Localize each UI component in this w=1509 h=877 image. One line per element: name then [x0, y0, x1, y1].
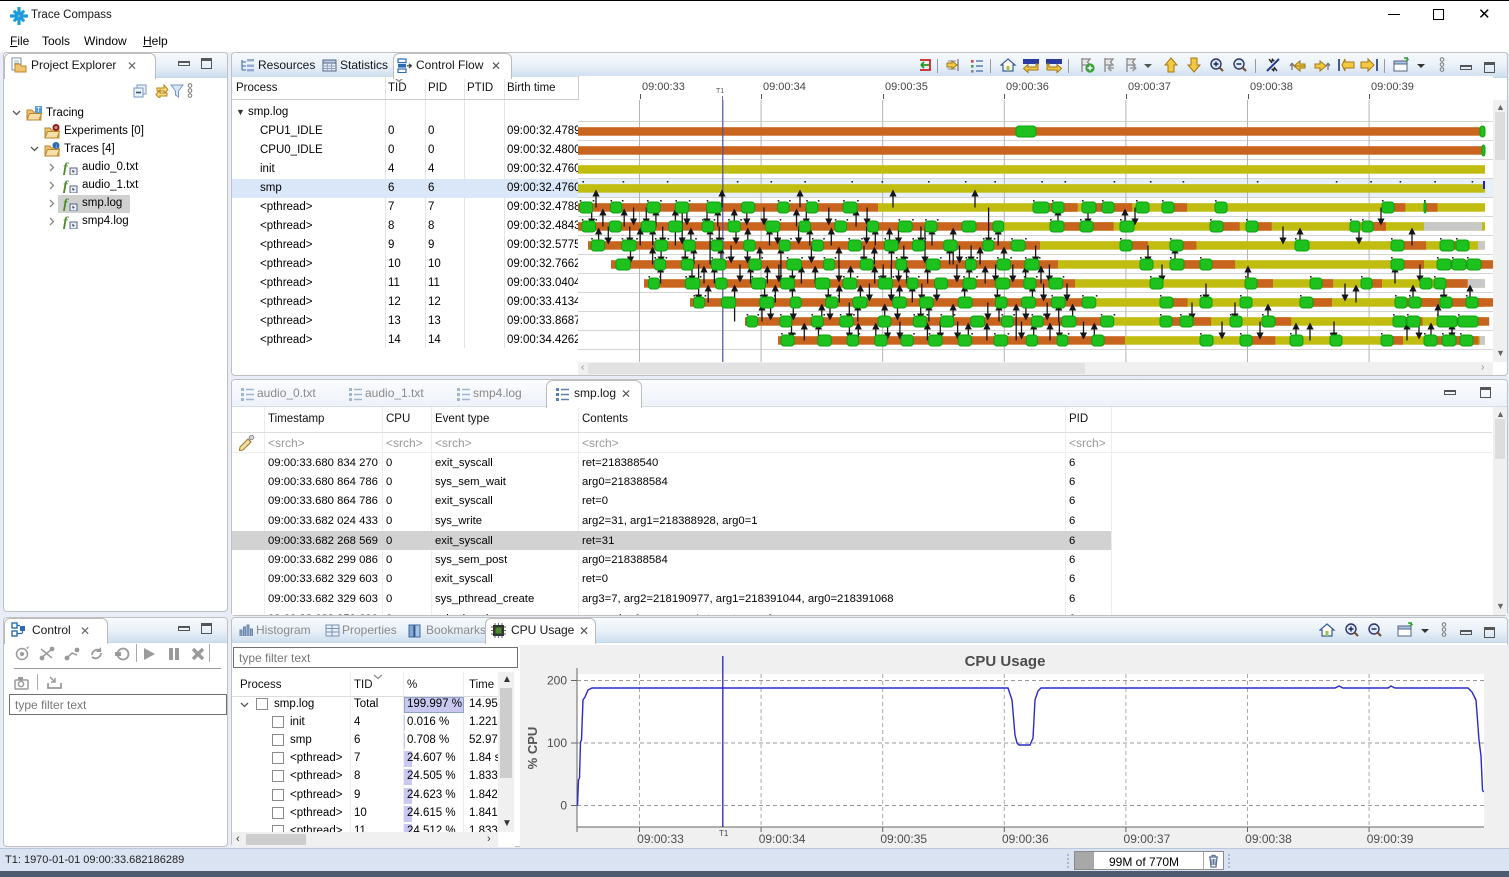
svg-text:↓: ↓: [55, 144, 58, 150]
svg-text:200: 200: [547, 674, 567, 688]
svg-text:09:00:34: 09:00:34: [759, 832, 806, 846]
svg-text:f: f: [63, 179, 69, 193]
svg-text:T: T: [36, 107, 41, 114]
svg-text:0: 0: [560, 799, 567, 813]
svg-text:09:00:33: 09:00:33: [637, 832, 684, 846]
svg-text:09:00:39: 09:00:39: [1367, 832, 1414, 846]
svg-text:% CPU: % CPU: [525, 727, 540, 770]
svg-text:09:00:38: 09:00:38: [1245, 832, 1292, 846]
svg-text:f: f: [63, 215, 69, 229]
svg-text:100: 100: [547, 736, 567, 750]
svg-text:f: f: [63, 161, 69, 175]
svg-text:09:00:35: 09:00:35: [880, 832, 927, 846]
svg-text:CPU Usage: CPU Usage: [965, 653, 1046, 670]
svg-text:T1: T1: [719, 829, 729, 838]
svg-text:09:00:37: 09:00:37: [1124, 832, 1171, 846]
svg-text:f: f: [63, 197, 69, 211]
svg-text:09:00:36: 09:00:36: [1002, 832, 1049, 846]
